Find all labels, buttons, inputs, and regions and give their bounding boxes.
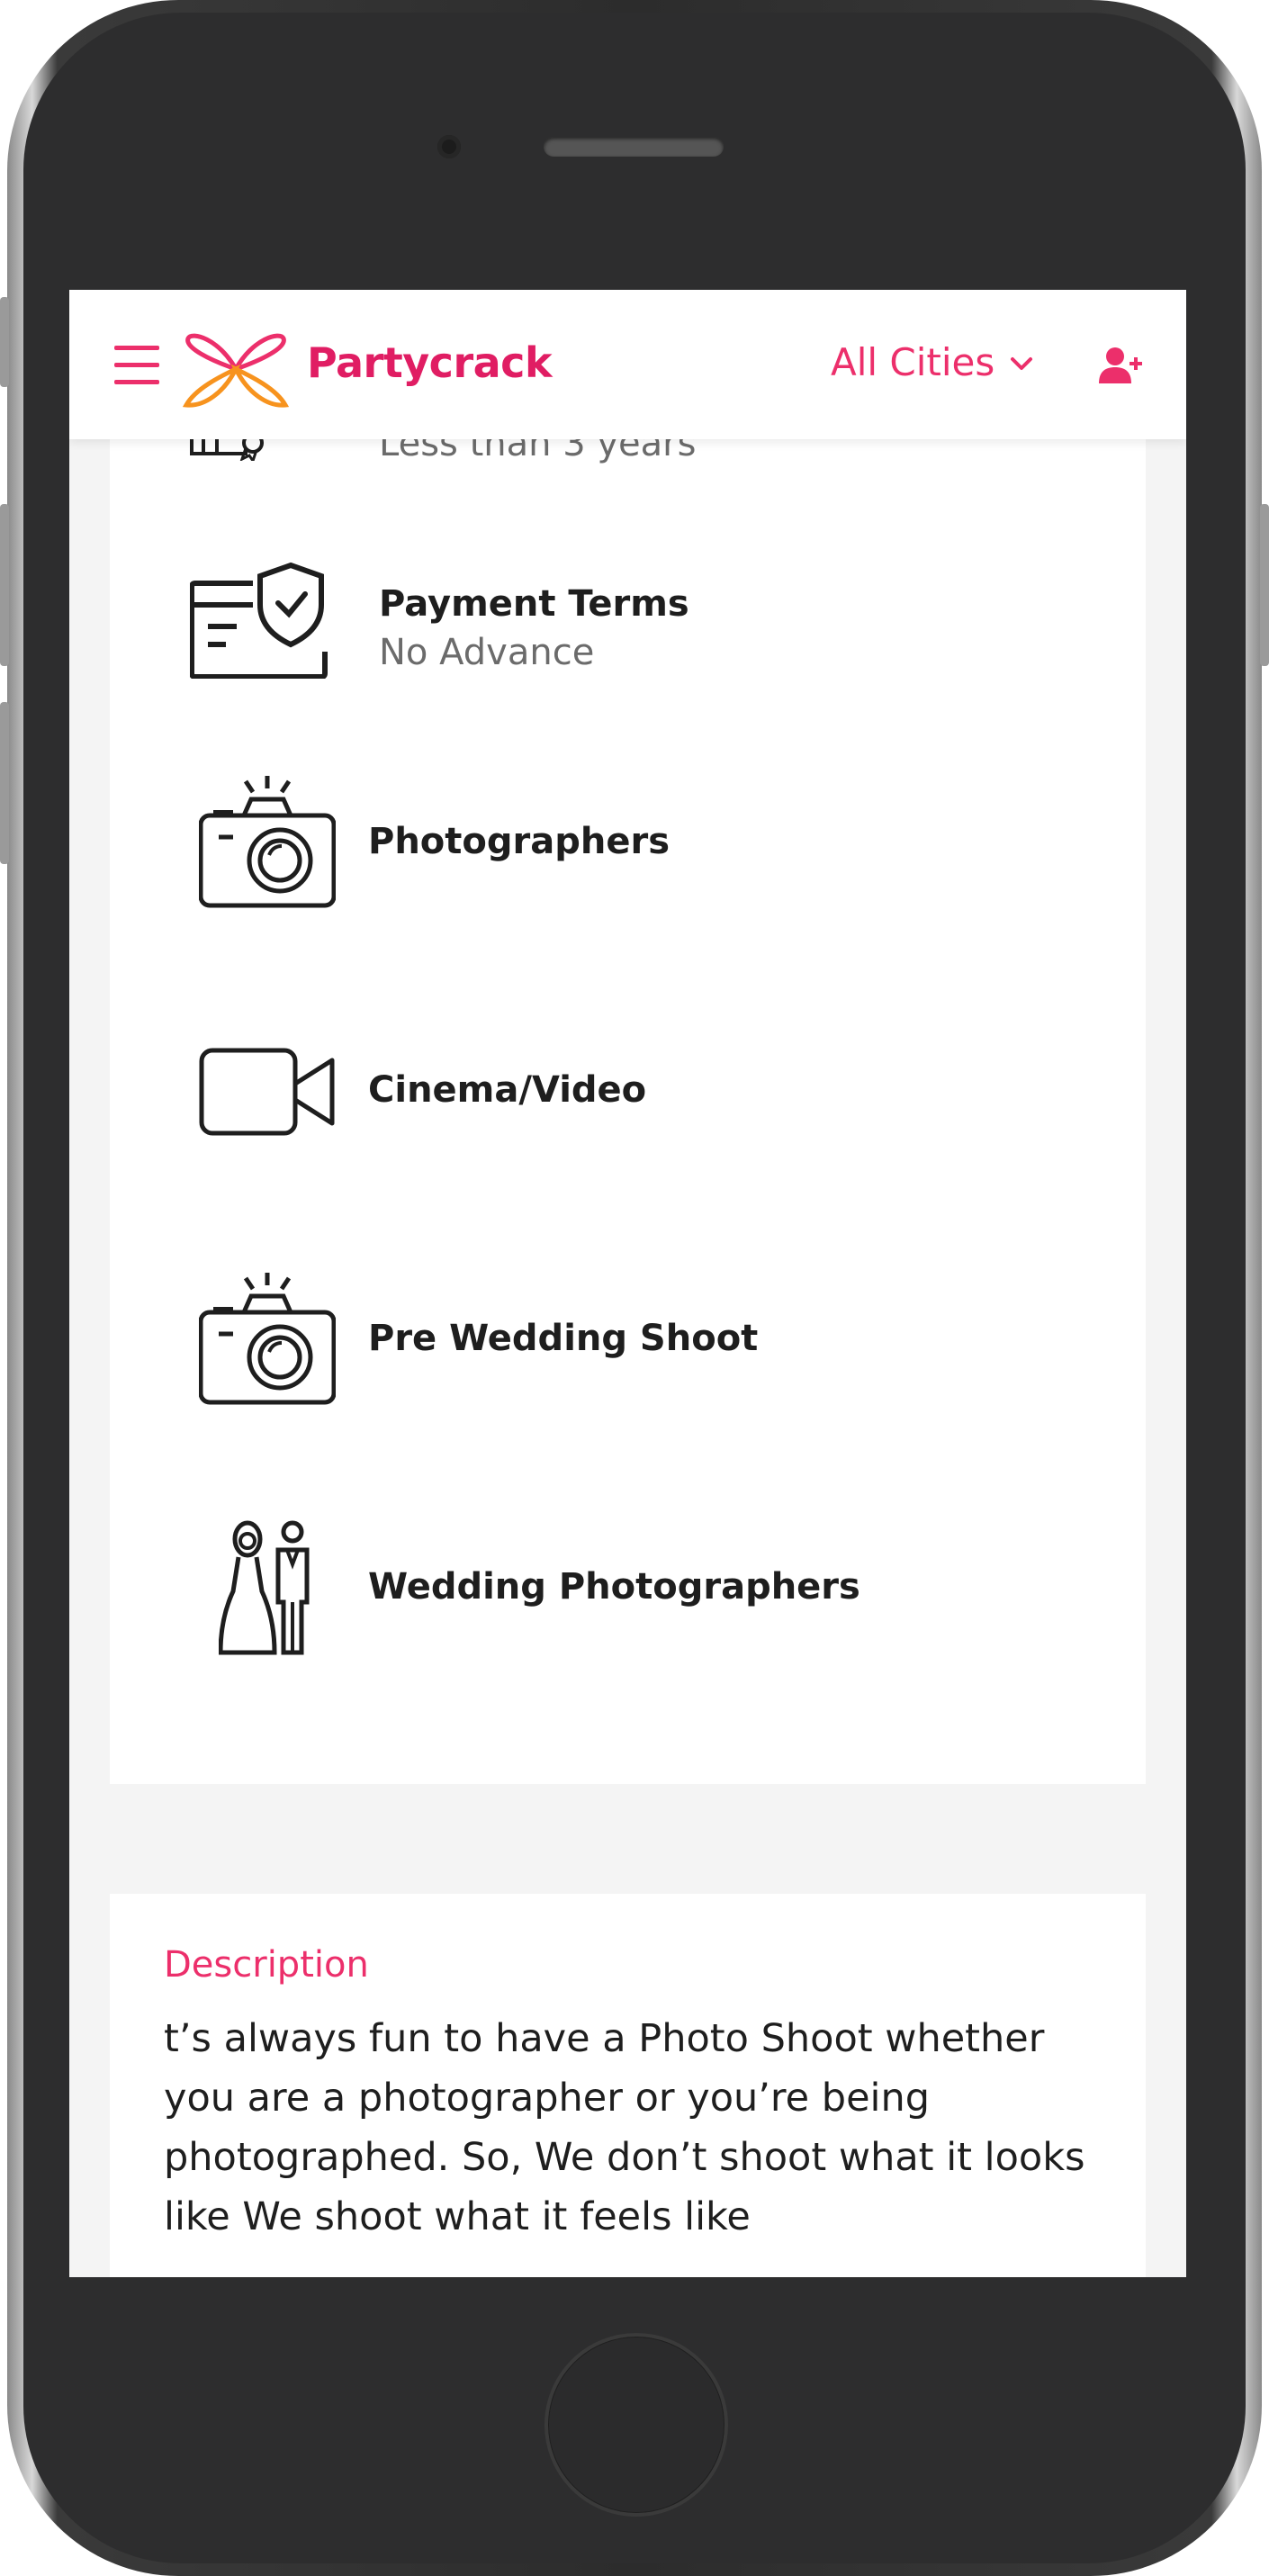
add-user-icon[interactable] <box>1099 346 1142 385</box>
service-label: Wedding Photographers <box>368 1566 860 1608</box>
home-button[interactable] <box>544 2333 728 2517</box>
payment-terms-value: No Advance <box>379 632 595 673</box>
hamburger-icon[interactable] <box>114 346 159 385</box>
service-label: Photographers <box>368 821 670 862</box>
volume-down-button <box>0 702 9 864</box>
front-camera <box>437 135 461 158</box>
city-selector[interactable]: All Cities <box>831 340 994 384</box>
camera-flash-icon <box>199 776 336 908</box>
description-title: Description <box>164 1944 369 1986</box>
power-button <box>1260 504 1269 666</box>
brand-name[interactable]: Partycrack <box>307 338 553 387</box>
volume-up-button <box>0 504 9 666</box>
payment-terms-label: Payment Terms <box>379 583 689 625</box>
butterfly-logo[interactable] <box>183 329 289 409</box>
chevron-down-icon[interactable] <box>1009 355 1034 373</box>
payment-shield-icon <box>190 562 328 679</box>
bride-groom-icon <box>219 1520 310 1655</box>
top-header: Partycrack All Cities <box>69 290 1186 439</box>
mute-switch <box>0 297 9 387</box>
screen: Partycrack All Cities Less than 3 years … <box>69 290 1186 2277</box>
video-camera-icon <box>199 1048 335 1136</box>
description-body: t’s always fun to have a Photo Shoot whe… <box>164 2016 1085 2239</box>
earpiece-speaker <box>544 137 724 157</box>
camera-flash-icon <box>199 1273 336 1405</box>
service-label: Pre Wedding Shoot <box>368 1318 759 1359</box>
service-label: Cinema/Video <box>368 1069 647 1111</box>
